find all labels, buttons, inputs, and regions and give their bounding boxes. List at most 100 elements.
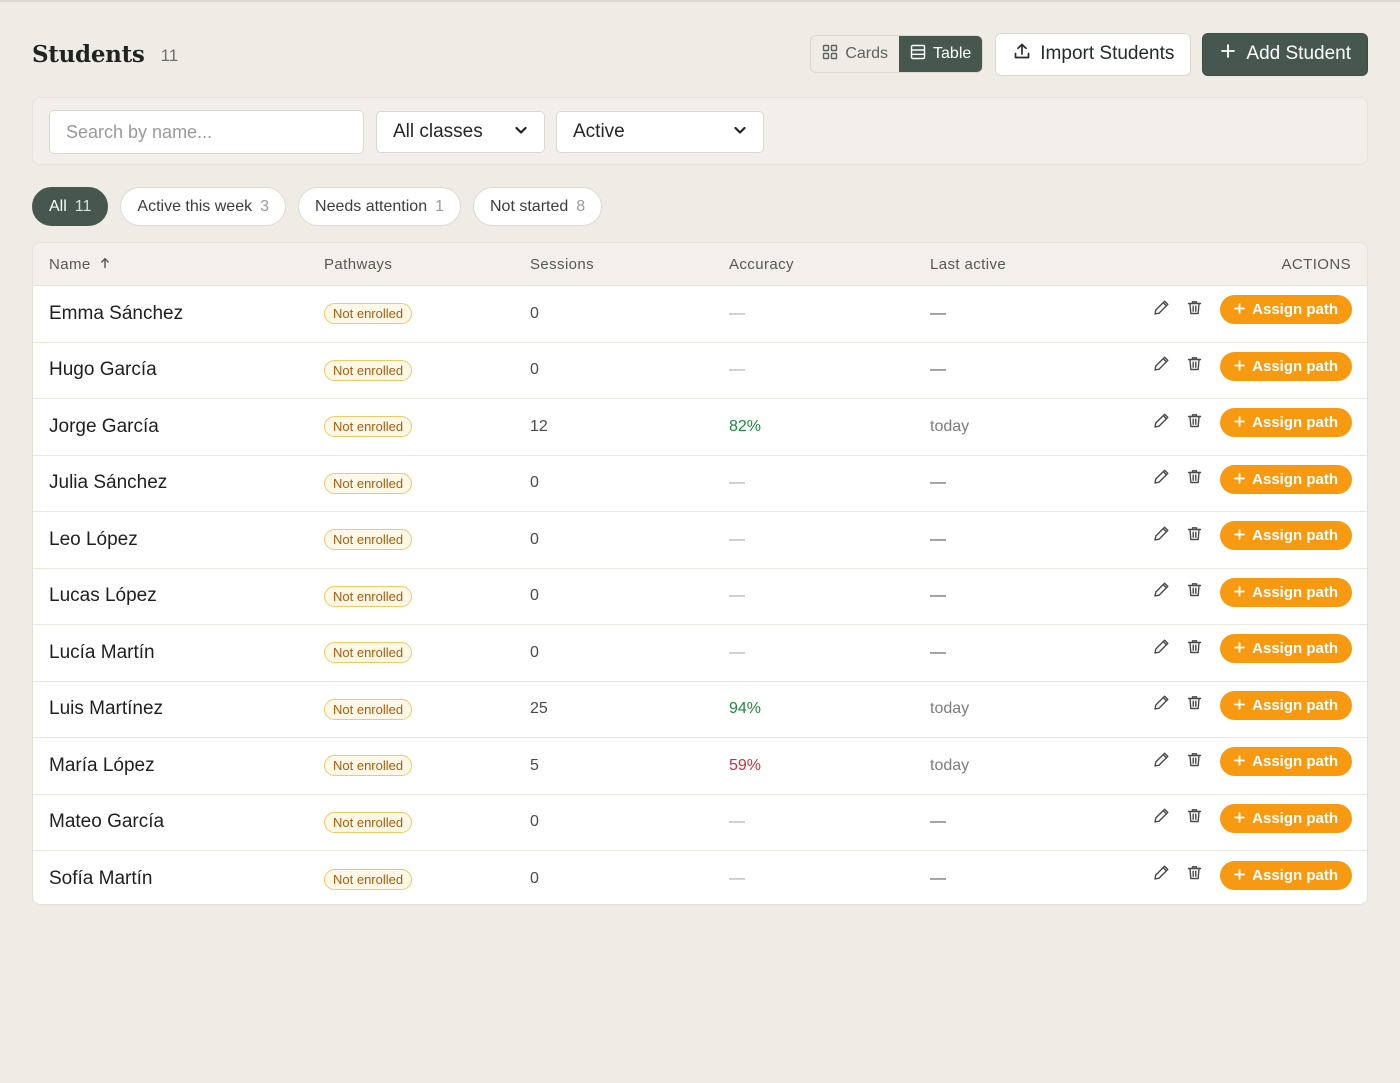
chip-count: 8	[576, 197, 586, 215]
sessions-value: 0	[530, 870, 539, 888]
pathway-cell: Not enrolled	[324, 795, 413, 851]
accuracy-value: —	[729, 474, 745, 492]
delete-button[interactable]	[1178, 406, 1211, 439]
pathway-cell: Not enrolled	[324, 343, 413, 399]
top-border	[0, 0, 1400, 2]
table-view-label: Table	[933, 45, 972, 62]
assign-path-button[interactable]: Assign path	[1220, 408, 1352, 438]
pathway-cell: Not enrolled	[324, 286, 413, 342]
trash-icon	[1186, 807, 1203, 829]
class-select-value: All classes	[393, 121, 483, 142]
delete-button[interactable]	[1178, 859, 1211, 892]
trash-icon	[1186, 751, 1203, 773]
last-active-value: —	[930, 643, 946, 661]
assign-path-button[interactable]: Assign path	[1220, 634, 1352, 664]
delete-button[interactable]	[1178, 350, 1211, 383]
assign-path-button[interactable]: Assign path	[1220, 464, 1352, 494]
edit-button[interactable]	[1145, 689, 1178, 722]
edit-button[interactable]	[1145, 350, 1178, 383]
pathway-cell: Not enrolled	[324, 851, 413, 904]
edit-button[interactable]	[1145, 519, 1178, 552]
search-input[interactable]	[49, 110, 364, 154]
accuracy-value: —	[729, 870, 745, 888]
last-active-value: —	[930, 474, 946, 492]
assign-path-button[interactable]: Assign path	[1220, 690, 1352, 720]
accuracy-value: —	[729, 587, 745, 605]
table-row: Mateo García Not enrolled 0 — — Assign p…	[33, 795, 1367, 851]
plus-icon	[1234, 753, 1246, 770]
pathway-status-badge: Not enrolled	[324, 529, 413, 551]
sessions-value: 5	[530, 756, 539, 774]
last-active-value: today	[930, 417, 970, 435]
pathway-cell: Not enrolled	[324, 738, 413, 794]
chip-not-started[interactable]: Not started 8	[473, 187, 603, 226]
sessions-value: 0	[530, 587, 539, 605]
table-row: Jorge García Not enrolled 12 82% today A…	[33, 399, 1367, 456]
assign-path-label: Assign path	[1252, 866, 1338, 884]
status-select[interactable]: Active	[556, 111, 764, 153]
student-count: 11	[160, 46, 179, 65]
edit-button[interactable]	[1145, 406, 1178, 439]
assign-path-label: Assign path	[1252, 414, 1338, 432]
last-active-value: —	[930, 361, 946, 379]
last-active-value: today	[930, 700, 970, 718]
column-header-name[interactable]: Name	[49, 243, 111, 286]
pathway-status-badge: Not enrolled	[324, 698, 413, 720]
last-active-value: —	[930, 813, 946, 831]
column-header-accuracy: Accuracy	[729, 256, 794, 273]
student-name: Lucía Martín	[49, 641, 155, 663]
assign-path-button[interactable]: Assign path	[1220, 351, 1352, 381]
delete-button[interactable]	[1178, 689, 1211, 722]
cards-view-button[interactable]: Cards	[811, 36, 899, 72]
delete-button[interactable]	[1178, 463, 1211, 496]
student-name: Jorge García	[49, 415, 159, 437]
edit-button[interactable]	[1145, 463, 1178, 496]
column-header-actions: ACTIONS	[1281, 256, 1351, 273]
assign-path-button[interactable]: Assign path	[1220, 521, 1352, 551]
chip-all[interactable]: All 11	[32, 187, 109, 226]
chip-needs-attention[interactable]: Needs attention 1	[298, 187, 461, 226]
accuracy-value: —	[729, 643, 745, 661]
plus-icon	[1220, 43, 1236, 65]
table-view-button[interactable]: Table	[899, 36, 983, 72]
delete-button[interactable]	[1178, 745, 1211, 778]
delete-button[interactable]	[1178, 519, 1211, 552]
edit-button[interactable]	[1145, 859, 1178, 892]
table-row: Luis Martínez Not enrolled 25 94% today	[33, 682, 1367, 738]
column-header-sessions: Sessions	[530, 256, 595, 273]
assign-path-label: Assign path	[1252, 470, 1338, 488]
add-student-button[interactable]: Add Student	[1202, 32, 1368, 76]
plus-icon	[1234, 584, 1246, 601]
assign-path-button[interactable]: Assign path	[1220, 577, 1352, 607]
assign-path-button[interactable]: Assign path	[1220, 803, 1352, 833]
assign-path-button[interactable]: Assign path	[1220, 860, 1352, 890]
chip-active-this-week[interactable]: Active this week 3	[120, 187, 287, 226]
sessions-value: 0	[530, 474, 539, 492]
pencil-icon	[1153, 638, 1170, 660]
assign-path-label: Assign path	[1252, 640, 1338, 658]
student-name: Mateo García	[49, 811, 165, 833]
table-row: Hugo García Not enrolled 0 — — Assign pa…	[33, 343, 1367, 399]
delete-button[interactable]	[1178, 802, 1211, 835]
edit-button[interactable]	[1145, 632, 1178, 665]
edit-button[interactable]	[1145, 802, 1178, 835]
delete-button[interactable]	[1178, 293, 1211, 326]
class-select[interactable]: All classes	[376, 111, 545, 153]
edit-button[interactable]	[1145, 293, 1178, 326]
pathway-status-badge: Not enrolled	[324, 868, 413, 890]
delete-button[interactable]	[1178, 632, 1211, 665]
pathway-status-badge: Not enrolled	[324, 472, 413, 494]
import-students-button[interactable]: Import Students	[995, 32, 1192, 76]
pencil-icon	[1153, 751, 1170, 773]
delete-button[interactable]	[1178, 576, 1211, 609]
assign-path-button[interactable]: Assign path	[1220, 295, 1352, 325]
column-header-pathways: Pathways	[324, 256, 393, 273]
row-actions: Assign path	[1145, 734, 1352, 790]
assign-path-button[interactable]: Assign path	[1220, 747, 1352, 777]
edit-button[interactable]	[1145, 576, 1178, 609]
last-active-value: —	[930, 530, 946, 548]
row-actions: Assign path	[1145, 791, 1352, 847]
assign-path-label: Assign path	[1252, 753, 1338, 771]
assign-path-label: Assign path	[1252, 301, 1338, 319]
edit-button[interactable]	[1145, 745, 1178, 778]
